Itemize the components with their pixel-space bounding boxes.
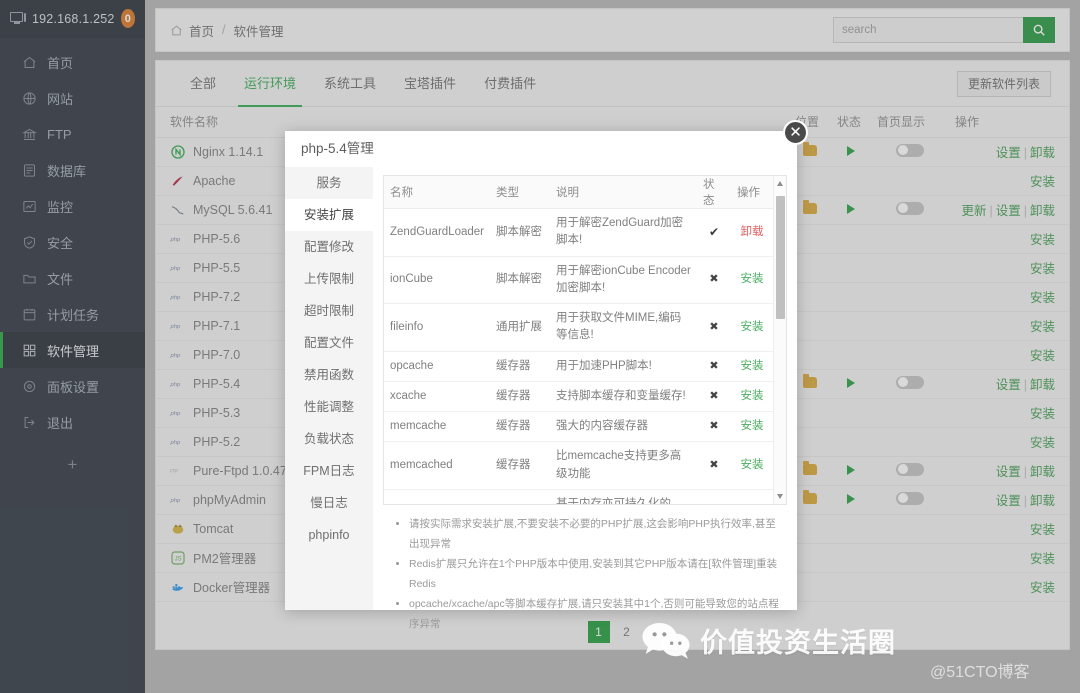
scroll-up-arrow-icon[interactable] bbox=[777, 181, 783, 186]
extension-status-cell: ✖ bbox=[697, 256, 731, 304]
cross-icon: ✖ bbox=[709, 321, 718, 333]
extension-action-link[interactable]: 安装 bbox=[741, 273, 764, 285]
extension-desc-cell: 比memcache支持更多高级功能 bbox=[550, 442, 697, 490]
check-icon: ✔ bbox=[709, 225, 719, 239]
extensions-table-body: ZendGuardLoader脚本解密用于解密ZendGuard加密脚本! ✔ 卸载… bbox=[384, 209, 773, 505]
extension-action-link[interactable]: 安装 bbox=[741, 360, 764, 372]
extension-row: memcache缓存器强大的内容缓存器 ✖ 安装 bbox=[384, 412, 773, 442]
extension-action-cell: 安装 bbox=[731, 442, 773, 490]
ext-col-action: 操作 bbox=[731, 176, 773, 209]
extension-row: ZendGuardLoader脚本解密用于解密ZendGuard加密脚本! ✔ 卸载 bbox=[384, 209, 773, 257]
extension-action-link[interactable]: 安装 bbox=[741, 420, 764, 432]
extension-desc-cell: 强大的内容缓存器 bbox=[550, 412, 697, 442]
extension-action-cell: 卸载 bbox=[731, 209, 773, 257]
extension-desc-cell: 用于加速PHP脚本! bbox=[550, 351, 697, 381]
modal-menu-item[interactable]: 配置文件 bbox=[285, 327, 373, 359]
extensions-scroll-area: 名称 类型 说明 状态 操作 ZendGuardLoader脚本解密用于解密Ze… bbox=[384, 176, 773, 504]
extension-type-cell: 缓存器 bbox=[490, 442, 550, 490]
modal-menu-item[interactable]: FPM日志 bbox=[285, 455, 373, 487]
extension-action-cell: 安装 bbox=[731, 489, 773, 504]
extension-name-cell: memcache bbox=[384, 412, 490, 442]
extension-row: ionCube脚本解密用于解密ionCube Encoder加密脚本! ✖ 安装 bbox=[384, 256, 773, 304]
php-management-modal: php-5.4管理 服务安装扩展配置修改上传限制超时限制配置文件禁用函数性能调整… bbox=[285, 131, 797, 610]
extension-action-cell: 安装 bbox=[731, 304, 773, 352]
extension-status-cell: ✖ bbox=[697, 489, 731, 504]
app-root: 192.168.1.252 0 首页 网站 FTP 数据库 监控 bbox=[0, 0, 1080, 693]
extension-name-cell: xcache bbox=[384, 381, 490, 411]
extension-name-cell: fileinfo bbox=[384, 304, 490, 352]
modal-menu-item[interactable]: 禁用函数 bbox=[285, 359, 373, 391]
extension-action-link[interactable]: 卸载 bbox=[741, 226, 764, 238]
extensions-table: 名称 类型 说明 状态 操作 ZendGuardLoader脚本解密用于解密Ze… bbox=[384, 176, 773, 504]
ext-col-name: 名称 bbox=[384, 176, 490, 209]
cross-icon: ✖ bbox=[709, 459, 718, 471]
extension-desc-cell: 用于解密ionCube Encoder加密脚本! bbox=[550, 256, 697, 304]
modal-notes: 请按实际需求安装扩展,不要安装不必要的PHP扩展,这会影响PHP执行效率,甚至出… bbox=[383, 505, 787, 635]
extension-status-cell: ✔ bbox=[697, 209, 731, 257]
modal-menu-item[interactable]: 上传限制 bbox=[285, 263, 373, 295]
extensions-scrollbar[interactable] bbox=[773, 176, 786, 504]
extension-name-cell: opcache bbox=[384, 351, 490, 381]
modal-note-item: Redis扩展只允许在1个PHP版本中使用,安装到其它PHP版本请在[软件管理]… bbox=[409, 555, 781, 595]
extension-status-cell: ✖ bbox=[697, 442, 731, 490]
modal-menu-item[interactable]: 安装扩展 bbox=[285, 199, 373, 231]
extension-action-cell: 安装 bbox=[731, 256, 773, 304]
modal-side-menu: 服务安装扩展配置修改上传限制超时限制配置文件禁用函数性能调整负载状态FPM日志慢… bbox=[285, 167, 373, 610]
extension-action-cell: 安装 bbox=[731, 412, 773, 442]
modal-title: php-5.4管理 bbox=[285, 131, 797, 167]
cross-icon: ✖ bbox=[709, 420, 718, 432]
extension-row: redis缓存器基于内存亦可持久化的Key-Value数据库✖安装 bbox=[384, 489, 773, 504]
modal-menu-item[interactable]: 配置修改 bbox=[285, 231, 373, 263]
extension-name-cell: ionCube bbox=[384, 256, 490, 304]
extension-type-cell: 脚本解密 bbox=[490, 209, 550, 257]
modal-menu-item[interactable]: phpinfo bbox=[285, 519, 373, 551]
modal-menu-item[interactable]: 慢日志 bbox=[285, 487, 373, 519]
extension-action-cell: 安装 bbox=[731, 351, 773, 381]
extension-name-cell: ZendGuardLoader bbox=[384, 209, 490, 257]
extension-status-cell: ✖ bbox=[697, 304, 731, 352]
extension-desc-cell: 支持脚本缓存和变量缓存! bbox=[550, 381, 697, 411]
extension-desc-cell: 用于解密ZendGuard加密脚本! bbox=[550, 209, 697, 257]
extension-type-cell: 脚本解密 bbox=[490, 256, 550, 304]
extension-status-cell: ✖ bbox=[697, 412, 731, 442]
extension-action-link[interactable]: 安装 bbox=[741, 390, 764, 402]
ext-col-type: 类型 bbox=[490, 176, 550, 209]
extension-action-cell: 安装 bbox=[731, 381, 773, 411]
modal-close-button[interactable]: ✕ bbox=[783, 120, 808, 145]
cross-icon: ✖ bbox=[709, 390, 718, 402]
extension-row: memcached缓存器比memcache支持更多高级功能 ✖ 安装 bbox=[384, 442, 773, 490]
extension-type-cell: 缓存器 bbox=[490, 351, 550, 381]
ext-col-desc: 说明 bbox=[550, 176, 697, 209]
cross-icon: ✖ bbox=[709, 273, 718, 285]
scroll-down-arrow-icon[interactable] bbox=[777, 494, 783, 499]
extension-type-cell: 缓存器 bbox=[490, 381, 550, 411]
extension-type-cell: 通用扩展 bbox=[490, 304, 550, 352]
cross-icon: ✖ bbox=[709, 360, 718, 372]
modal-body: 服务安装扩展配置修改上传限制超时限制配置文件禁用函数性能调整负载状态FPM日志慢… bbox=[285, 167, 797, 610]
extension-status-cell: ✖ bbox=[697, 381, 731, 411]
ext-col-status: 状态 bbox=[697, 176, 731, 209]
modal-note-item: 请按实际需求安装扩展,不要安装不必要的PHP扩展,这会影响PHP执行效率,甚至出… bbox=[409, 515, 781, 555]
modal-menu-item[interactable]: 超时限制 bbox=[285, 295, 373, 327]
modal-menu-item[interactable]: 负载状态 bbox=[285, 423, 373, 455]
modal-menu-item[interactable]: 性能调整 bbox=[285, 391, 373, 423]
extensions-container: 名称 类型 说明 状态 操作 ZendGuardLoader脚本解密用于解密Ze… bbox=[383, 175, 787, 505]
extension-row: opcache缓存器用于加速PHP脚本! ✖ 安装 bbox=[384, 351, 773, 381]
modal-note-item: opcache/xcache/apc等脚本缓存扩展,请只安装其中1个,否则可能导… bbox=[409, 595, 781, 635]
extension-desc-cell: 基于内存亦可持久化的Key-Value数据库 bbox=[550, 489, 697, 504]
modal-menu-item[interactable]: 服务 bbox=[285, 167, 373, 199]
extension-row: fileinfo通用扩展用于获取文件MIME,编码等信息! ✖ 安装 bbox=[384, 304, 773, 352]
extension-type-cell: 缓存器 bbox=[490, 412, 550, 442]
modal-content-pane: 名称 类型 说明 状态 操作 ZendGuardLoader脚本解密用于解密Ze… bbox=[373, 167, 797, 610]
extension-action-link[interactable]: 安装 bbox=[741, 459, 764, 471]
extension-status-cell: ✖ bbox=[697, 351, 731, 381]
extension-name-cell: memcached bbox=[384, 442, 490, 490]
scrollbar-thumb[interactable] bbox=[776, 196, 785, 319]
extension-name-cell: redis bbox=[384, 489, 490, 504]
extensions-header-row: 名称 类型 说明 状态 操作 bbox=[384, 176, 773, 209]
extension-action-link[interactable]: 安装 bbox=[741, 321, 764, 333]
extension-desc-cell: 用于获取文件MIME,编码等信息! bbox=[550, 304, 697, 352]
extension-type-cell: 缓存器 bbox=[490, 489, 550, 504]
extension-row: xcache缓存器支持脚本缓存和变量缓存! ✖ 安装 bbox=[384, 381, 773, 411]
